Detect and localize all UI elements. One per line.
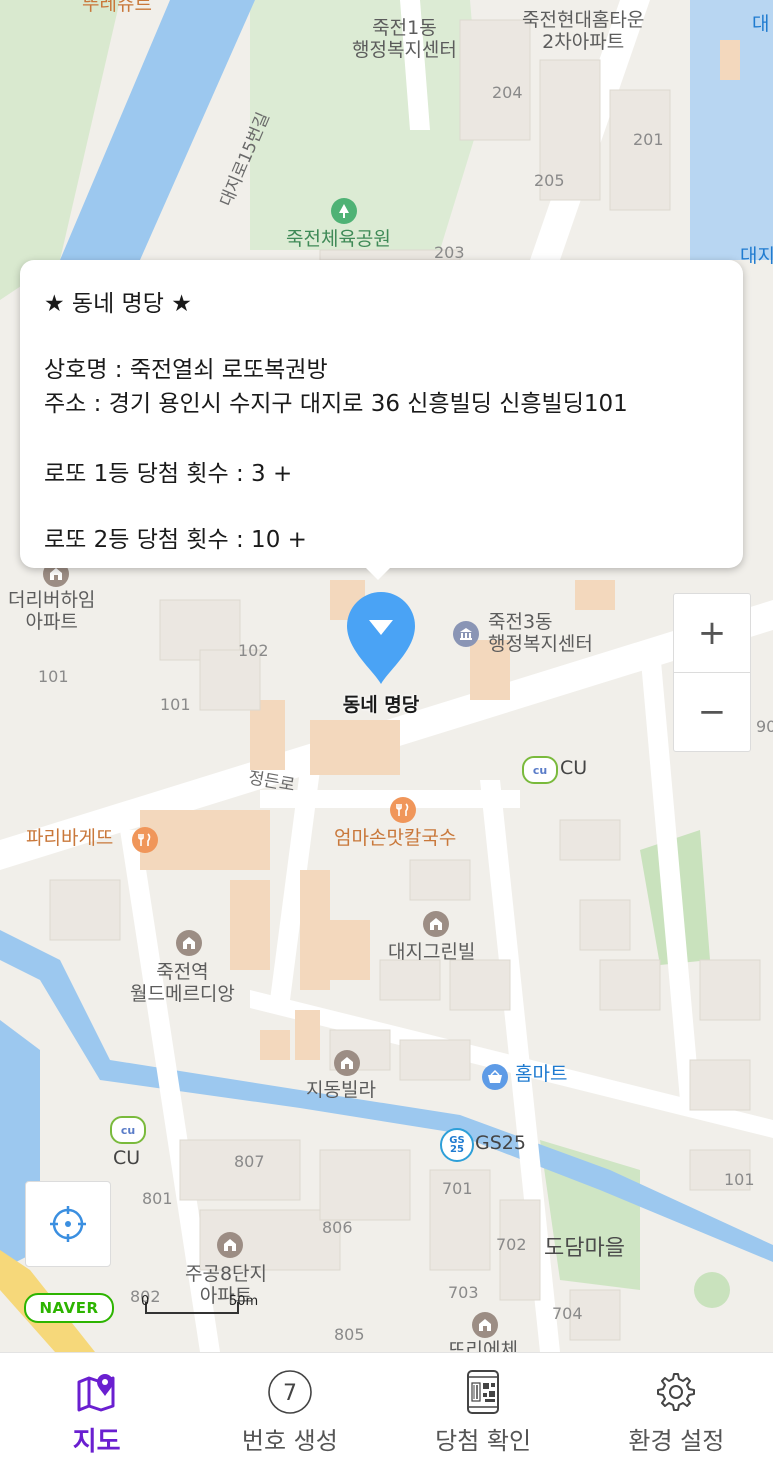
map-label-bldg: 102 bbox=[238, 641, 269, 660]
tab-map-label: 지도 bbox=[72, 1427, 121, 1457]
map-label-cu: CU bbox=[560, 757, 588, 779]
map-label-bldg: 201 bbox=[633, 130, 664, 149]
map-view[interactable]: 뚜레쥬르 죽전1동 행정복지센터 죽전현대홈타운 2차아파트 204 201 2… bbox=[0, 0, 773, 1352]
park-icon bbox=[331, 198, 357, 224]
cu-store-icon: cu bbox=[522, 756, 558, 784]
map-label-villa: 대지그린빌 bbox=[388, 941, 476, 963]
popup-title: ★ 동네 명당 ★ bbox=[44, 291, 192, 317]
map-label-bldg: 805 bbox=[334, 1325, 365, 1344]
tab-map[interactable]: 지도 bbox=[0, 1353, 193, 1458]
scale-distance: 50m bbox=[229, 1294, 259, 1309]
map-label-bldg: 702 bbox=[496, 1235, 527, 1254]
map-label-bldg: 101 bbox=[724, 1170, 755, 1189]
popup-pointer bbox=[366, 568, 390, 580]
map-label-park: 죽전체육공원 bbox=[286, 228, 391, 250]
map-scale-bar: 0 50m bbox=[141, 1294, 258, 1316]
map-label-cu: CU bbox=[113, 1147, 141, 1169]
tab-settings[interactable]: 환경 설정 bbox=[580, 1353, 773, 1458]
map-label-villa: 지동빌라 bbox=[306, 1079, 376, 1101]
map-label-bldg: 90 bbox=[756, 717, 773, 736]
cu-store-icon: cu bbox=[110, 1116, 146, 1144]
marker-label: 동네 명당 bbox=[342, 694, 420, 716]
restaurant-icon bbox=[390, 797, 416, 823]
map-label-gs25: GS25 bbox=[475, 1132, 526, 1154]
map-label-bldg: 703 bbox=[448, 1283, 479, 1302]
popup-shop-name: 상호명 : 죽전열쇠 로또복권방 bbox=[44, 357, 328, 383]
map-label-bldg: 205 bbox=[534, 171, 565, 190]
qr-phone-icon bbox=[460, 1369, 506, 1415]
map-label-bldg: 807 bbox=[234, 1152, 265, 1171]
map-label-bldg: 801 bbox=[142, 1189, 173, 1208]
map-label-edge: 대지 bbox=[740, 245, 773, 267]
tab-settings-label: 환경 설정 bbox=[628, 1427, 725, 1455]
map-label-restaurant: 엄마손맛칼국수 bbox=[334, 827, 457, 849]
apartment-icon bbox=[176, 930, 202, 956]
naver-logo: NAVER bbox=[24, 1293, 114, 1323]
current-location-button[interactable] bbox=[25, 1181, 111, 1267]
map-label-bakery: 파리바게뜨 bbox=[26, 827, 114, 849]
map-label-bldg: 806 bbox=[322, 1218, 353, 1237]
gs25-store-icon: GS 25 bbox=[440, 1128, 474, 1162]
apartment-icon bbox=[423, 911, 449, 937]
map-label-apt-bottom: 뜨리에체 bbox=[448, 1339, 518, 1352]
tab-win-check-label: 당첨 확인 bbox=[435, 1427, 532, 1455]
map-label-apt-world: 죽전역 월드메르디앙 bbox=[130, 961, 235, 1005]
map-label-mart: 홈마트 bbox=[515, 1063, 568, 1085]
tab-number-generate[interactable]: 7 번호 생성 bbox=[193, 1353, 386, 1458]
zoom-out-button[interactable]: − bbox=[673, 672, 751, 752]
map-label-gov3: 죽전3동 행정복지센터 bbox=[488, 611, 593, 655]
map-label-bldg: 701 bbox=[442, 1179, 473, 1198]
map-label-bldg: 101 bbox=[38, 667, 69, 686]
crosshair-icon bbox=[50, 1206, 86, 1242]
apartment-icon bbox=[472, 1312, 498, 1338]
government-office-icon bbox=[453, 621, 479, 647]
apartment-icon bbox=[217, 1232, 243, 1258]
map-label-apt-top: 죽전현대홈타운 2차아파트 bbox=[522, 9, 645, 53]
tab-win-check[interactable]: 당첨 확인 bbox=[387, 1353, 580, 1458]
popup-address: 주소 : 경기 용인시 수지구 대지로 36 신흥빌딩 신흥빌딩101 bbox=[44, 391, 628, 417]
map-label-bldg: 204 bbox=[492, 83, 523, 102]
store-location-marker[interactable] bbox=[345, 590, 417, 686]
lotto-ball-number: 7 bbox=[283, 1381, 297, 1406]
apartment-icon bbox=[334, 1050, 360, 1076]
store-info-popup[interactable]: ★ 동네 명당 ★ 상호명 : 죽전열쇠 로또복권방 주소 : 경기 용인시 수… bbox=[20, 260, 743, 580]
popup-first-prize-count: 로또 1등 당첨 횟수 : 3 + bbox=[44, 461, 293, 487]
tab-number-generate-label: 번호 생성 bbox=[241, 1427, 338, 1455]
zoom-in-button[interactable]: + bbox=[673, 593, 751, 673]
map-label-bakery-top: 뚜레쥬르 bbox=[82, 0, 152, 15]
map-label-edge: 대 bbox=[752, 13, 770, 35]
shopping-basket-icon bbox=[482, 1064, 508, 1090]
restaurant-icon bbox=[132, 827, 158, 853]
map-label-bldg: 704 bbox=[552, 1304, 583, 1323]
popup-second-prize-count: 로또 2등 당첨 횟수 : 10 + bbox=[44, 527, 307, 553]
map-label-apt-left: 더리버하임 아파트 bbox=[8, 589, 96, 633]
scale-zero: 0 bbox=[141, 1294, 150, 1309]
map-label-gov1: 죽전1동 행정복지센터 bbox=[352, 17, 457, 61]
map-pin-icon bbox=[74, 1369, 120, 1415]
map-label-bldg: 101 bbox=[160, 695, 191, 714]
number-seven-icon: 7 bbox=[267, 1369, 313, 1415]
bottom-tab-bar: 지도 7 번호 생성 당첨 확인 환경 설정 bbox=[0, 1352, 773, 1458]
map-label-village: 도담마을 bbox=[544, 1236, 625, 1261]
gear-icon bbox=[653, 1369, 699, 1415]
